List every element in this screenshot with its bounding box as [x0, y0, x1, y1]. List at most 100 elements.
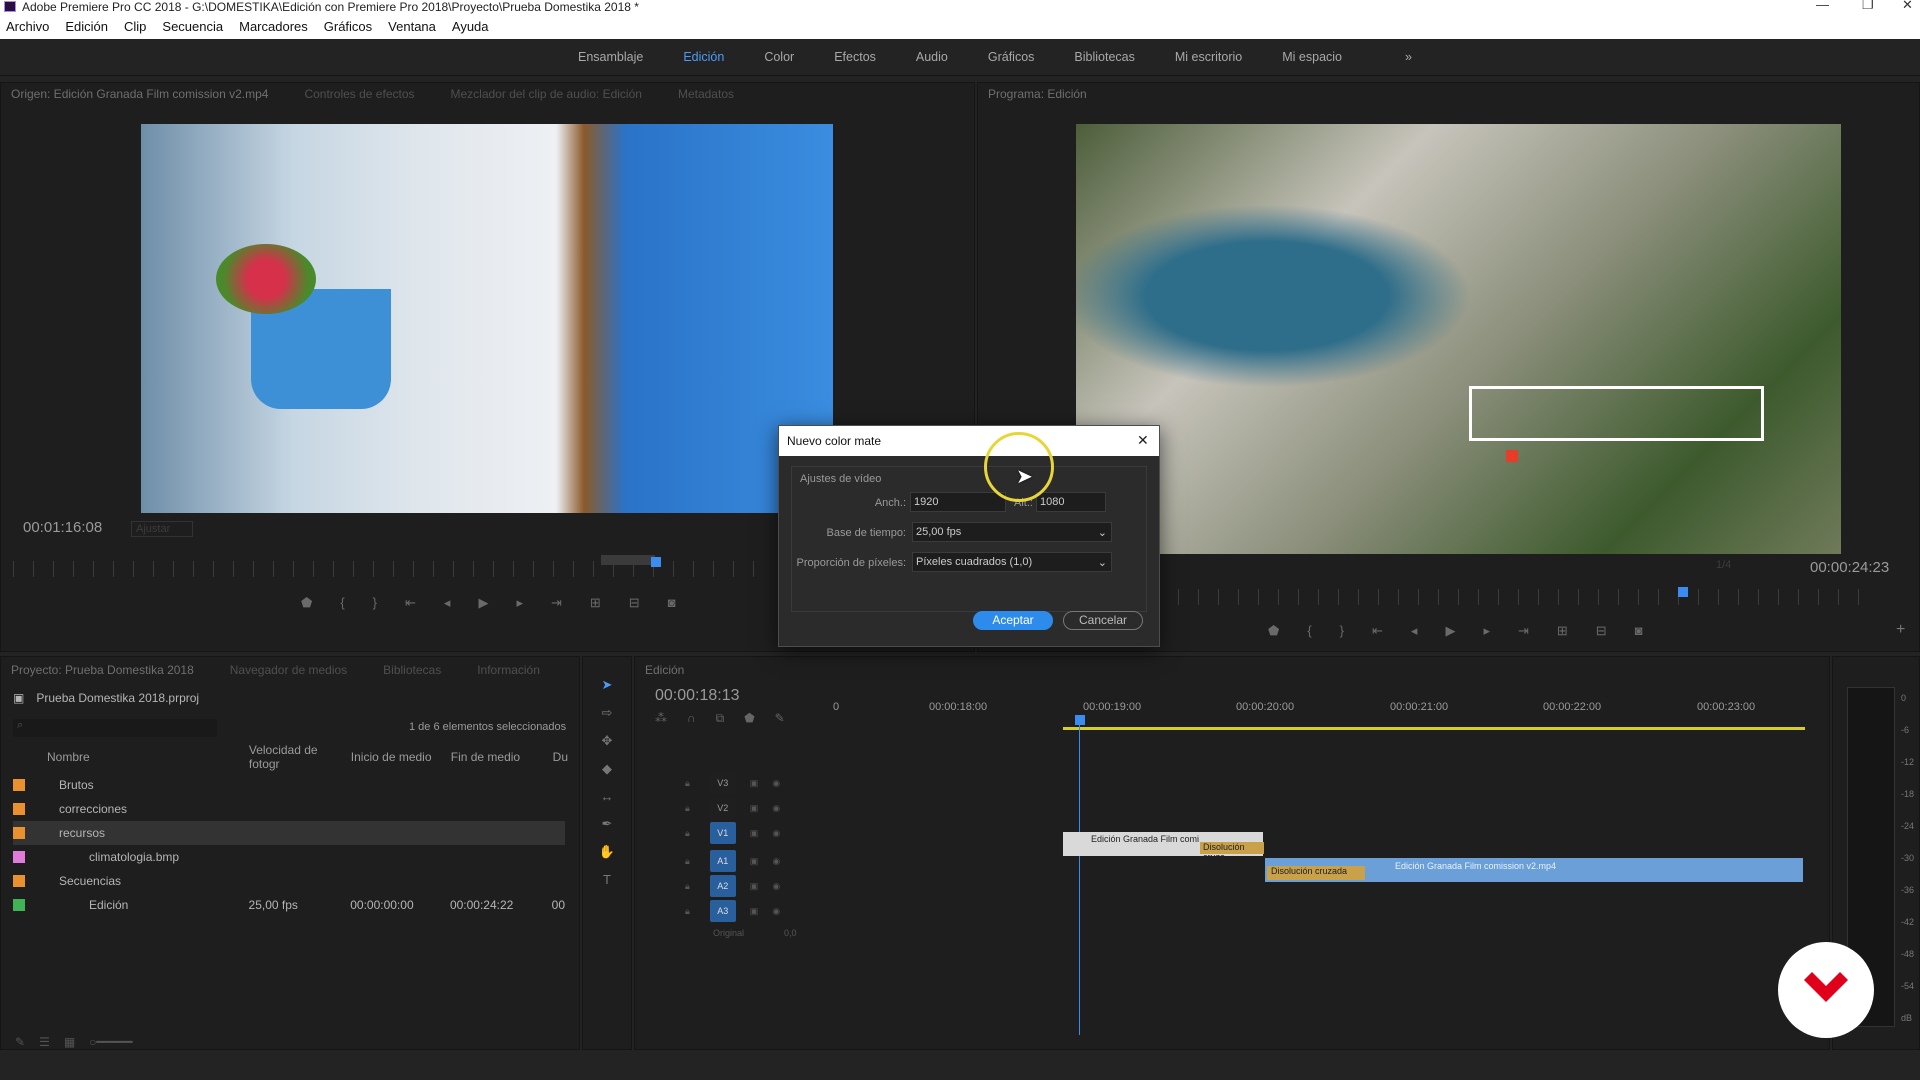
step-forward-icon[interactable]: ▸: [516, 595, 523, 611]
program-playhead[interactable]: [1678, 587, 1688, 597]
lock-icon[interactable]: 🔒︎: [685, 856, 690, 867]
col-fin[interactable]: Fin de medio: [451, 750, 553, 764]
col-fps[interactable]: Velocidad de fotogr: [249, 743, 351, 771]
lock-icon[interactable]: 🔒︎: [685, 906, 690, 917]
tab-navegador[interactable]: Navegador de medios: [230, 663, 347, 677]
program-timecode[interactable]: 00:00:24:23: [1810, 559, 1889, 576]
linked-icon[interactable]: ⧉: [716, 711, 725, 726]
step-back-icon[interactable]: ◂: [1411, 623, 1418, 639]
eye-icon[interactable]: ◉: [772, 856, 780, 867]
menu-marcadores[interactable]: Marcadores: [239, 14, 308, 39]
track-label[interactable]: V2: [709, 797, 736, 819]
tab-informacion[interactable]: Información: [477, 663, 540, 677]
label-color-swatch[interactable]: [13, 851, 25, 863]
timebase-select[interactable]: 25,00 fps ⌄: [912, 522, 1112, 542]
menu-ventana[interactable]: Ventana: [388, 14, 436, 39]
track-header[interactable]: 🔒︎ V1 ▣ ◉: [645, 821, 855, 845]
in-out-range[interactable]: [601, 555, 655, 565]
minimize-icon[interactable]: —: [1816, 0, 1829, 12]
workspace-mi-escritorio[interactable]: Mi escritorio: [1175, 50, 1242, 64]
add-marker-icon[interactable]: ⬟: [744, 711, 754, 726]
project-list-item[interactable]: Edición 25,00 fps 00:00:00:00 00:00:24:22 00: [13, 893, 565, 917]
label-color-swatch[interactable]: [13, 803, 25, 815]
eye-icon[interactable]: ◉: [772, 906, 780, 917]
tab-mezclador[interactable]: Mezclador del clip de audio: Edición: [451, 87, 642, 101]
zoom-select[interactable]: 1/4: [1716, 559, 1731, 571]
extract-icon[interactable]: ⊟: [1596, 623, 1607, 639]
step-forward-icon[interactable]: ▸: [1483, 623, 1490, 639]
lock-icon[interactable]: 🔒︎: [685, 828, 690, 839]
col-duracion[interactable]: Du: [553, 750, 568, 764]
transition-v1[interactable]: Disolución cruzada: [1267, 866, 1365, 880]
label-color-swatch[interactable]: [13, 827, 25, 839]
eye-icon[interactable]: ◉: [772, 803, 780, 814]
tab-controles-efectos[interactable]: Controles de efectos: [304, 87, 414, 101]
track-header[interactable]: 🔒︎ A1 ▣ ◉: [645, 849, 855, 873]
workspace-edicion[interactable]: Edición: [683, 50, 724, 64]
hand-icon[interactable]: ✋: [599, 844, 615, 860]
work-area-bar[interactable]: [1063, 727, 1805, 730]
track-label[interactable]: A2: [709, 875, 736, 897]
track-label[interactable]: A3: [709, 900, 736, 922]
eye-icon[interactable]: ◉: [772, 828, 780, 839]
goto-in-icon[interactable]: ⇤: [1372, 623, 1383, 639]
plus-icon[interactable]: +: [1896, 621, 1905, 639]
project-list-item[interactable]: Secuencias: [13, 869, 565, 893]
transition-v2[interactable]: Disolución cruza: [1200, 842, 1264, 862]
tab-proyecto[interactable]: Proyecto: Prueba Domestika 2018: [11, 663, 194, 677]
pixel-aspect-select[interactable]: Píxeles cuadrados (1,0) ⌄: [912, 552, 1112, 572]
play-icon[interactable]: ▶: [1445, 623, 1455, 639]
restore-icon[interactable]: ❐: [1862, 0, 1874, 12]
sync-icon[interactable]: ▣: [750, 906, 759, 917]
text-tool-icon[interactable]: T: [603, 872, 611, 887]
mark-out-icon[interactable]: }: [373, 595, 377, 611]
tab-origen[interactable]: Origen: Edición Granada Film comission v…: [11, 87, 268, 101]
marker-icon[interactable]: ⬟: [301, 595, 312, 611]
workspace-color[interactable]: Color: [764, 50, 794, 64]
cancel-button[interactable]: Cancelar: [1063, 611, 1143, 630]
pen-icon[interactable]: ✒: [602, 816, 613, 832]
sync-icon[interactable]: ▣: [750, 828, 759, 839]
lock-icon[interactable]: 🔒︎: [685, 881, 690, 892]
close-icon[interactable]: ✕: [1902, 0, 1913, 12]
playhead-handle[interactable]: [1075, 715, 1085, 725]
project-search-input[interactable]: ⌕: [13, 719, 217, 737]
sync-icon[interactable]: ▣: [750, 856, 759, 867]
sync-icon[interactable]: ▣: [750, 881, 759, 892]
track-label[interactable]: V1: [709, 822, 736, 844]
menu-archivo[interactable]: Archivo: [6, 14, 49, 39]
timeline-ruler[interactable]: 0 00:00:18:00 00:00:19:00 00:00:20:00 00…: [833, 701, 1833, 719]
snap-icon[interactable]: ⁂: [655, 711, 667, 726]
step-back-icon[interactable]: ◂: [444, 595, 451, 611]
tab-metadatos[interactable]: Metadatos: [678, 87, 734, 101]
pencil-icon[interactable]: ✎: [15, 1035, 25, 1049]
lock-icon[interactable]: 🔒︎: [685, 778, 690, 789]
menu-graficos[interactable]: Gráficos: [324, 14, 372, 39]
workspace-graficos[interactable]: Gráficos: [988, 50, 1035, 64]
sync-icon[interactable]: ▣: [750, 803, 759, 814]
tab-secuencia-edicion[interactable]: Edición: [645, 663, 684, 677]
tab-programa[interactable]: Programa: Edición: [988, 87, 1087, 101]
workspace-efectos[interactable]: Efectos: [834, 50, 876, 64]
timeline-playhead[interactable]: [1079, 715, 1080, 1035]
track-header[interactable]: 🔒︎ A2 ▣ ◉: [645, 874, 855, 898]
goto-in-icon[interactable]: ⇤: [405, 595, 416, 611]
label-color-swatch[interactable]: [13, 779, 25, 791]
icon-view-icon[interactable]: ▦: [64, 1035, 75, 1049]
track-label[interactable]: A1: [709, 850, 736, 872]
sync-icon[interactable]: ▣: [750, 778, 759, 789]
project-list-item[interactable]: Brutos: [13, 773, 565, 797]
col-nombre[interactable]: Nombre: [13, 750, 249, 764]
mark-out-icon[interactable]: }: [1340, 623, 1344, 639]
project-list-item[interactable]: recursos: [13, 821, 565, 845]
menu-edicion[interactable]: Edición: [65, 14, 108, 39]
lock-icon[interactable]: 🔒︎: [685, 803, 690, 814]
zoom-slider[interactable]: ○━━━━━: [89, 1035, 132, 1049]
height-field[interactable]: 1080: [1036, 492, 1106, 512]
fit-select[interactable]: Ajustar: [131, 521, 194, 537]
accept-button[interactable]: Aceptar: [973, 611, 1053, 630]
tab-bibliotecas[interactable]: Bibliotecas: [383, 663, 441, 677]
source-playhead[interactable]: [651, 557, 661, 567]
insert-icon[interactable]: ⊞: [590, 595, 601, 611]
workspace-mi-espacio[interactable]: Mi espacio: [1282, 50, 1342, 64]
